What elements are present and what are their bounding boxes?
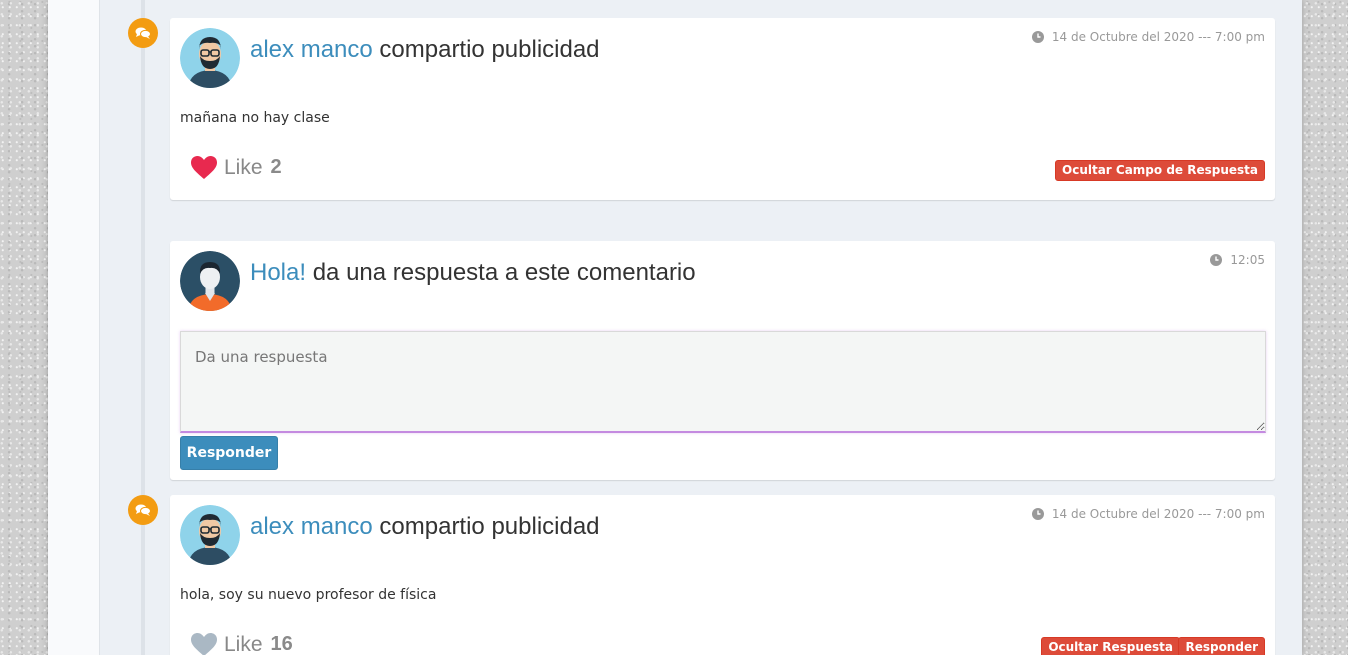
heart-icon [191, 156, 217, 179]
post-text: mañana no hay clase [180, 110, 330, 126]
reply-greeting: Hola! [250, 259, 307, 286]
hide-reply-button[interactable]: Ocultar Respuesta [1041, 637, 1180, 655]
post-text: hola, soy su nuevo profesor de física [180, 587, 437, 603]
avatar [180, 28, 240, 88]
post-header: alex manco compartio publicidad [250, 36, 600, 64]
post-card: alex manco compartio publicidad 14 de Oc… [170, 495, 1275, 655]
post-header: alex manco compartio publicidad [250, 513, 600, 541]
post-card: alex manco compartio publicidad 14 de Oc… [170, 18, 1275, 200]
like-label: Like [224, 632, 263, 655]
post-action: compartio publicidad [379, 513, 600, 540]
clock-icon [1210, 254, 1223, 266]
post-time: 14 de Octubre del 2020 --- 7:00 pm [1031, 30, 1265, 44]
post-timestamp: 14 de Octubre del 2020 --- 7:00 pm [1051, 30, 1265, 44]
reply-card: Hola! da una respuesta a este comentario… [170, 241, 1275, 480]
post-author-link[interactable]: alex manco [250, 36, 373, 63]
hide-reply-field-button[interactable]: Ocultar Campo de Respuesta [1055, 160, 1265, 181]
like-button[interactable]: Like 2 [190, 155, 282, 180]
reply-prompt: da una respuesta a este comentario [312, 259, 696, 286]
comments-icon [128, 495, 158, 525]
like-count: 16 [270, 633, 293, 655]
like-count: 2 [270, 156, 282, 178]
clock-icon [1031, 508, 1044, 520]
reply-time-value: 12:05 [1230, 253, 1265, 267]
heart-icon [191, 633, 217, 655]
left-strip [48, 0, 100, 655]
reply-button[interactable]: Responder [1178, 637, 1265, 655]
timeline-line [141, 0, 145, 655]
clock-icon [1031, 31, 1044, 43]
like-button[interactable]: Like 16 [190, 632, 293, 655]
post-time: 14 de Octubre del 2020 --- 7:00 pm [1031, 507, 1265, 521]
submit-reply-button[interactable]: Responder [180, 436, 278, 470]
reply-header: Hola! da una respuesta a este comentario [250, 259, 696, 287]
post-author-link[interactable]: alex manco [250, 513, 373, 540]
like-label: Like [224, 155, 263, 179]
post-action: compartio publicidad [379, 36, 600, 63]
reply-textarea[interactable] [180, 331, 1266, 433]
post-timestamp: 14 de Octubre del 2020 --- 7:00 pm [1051, 507, 1265, 521]
avatar [180, 505, 240, 565]
avatar [180, 251, 240, 311]
reply-time: 12:05 [1210, 253, 1265, 267]
comments-icon [128, 18, 158, 48]
